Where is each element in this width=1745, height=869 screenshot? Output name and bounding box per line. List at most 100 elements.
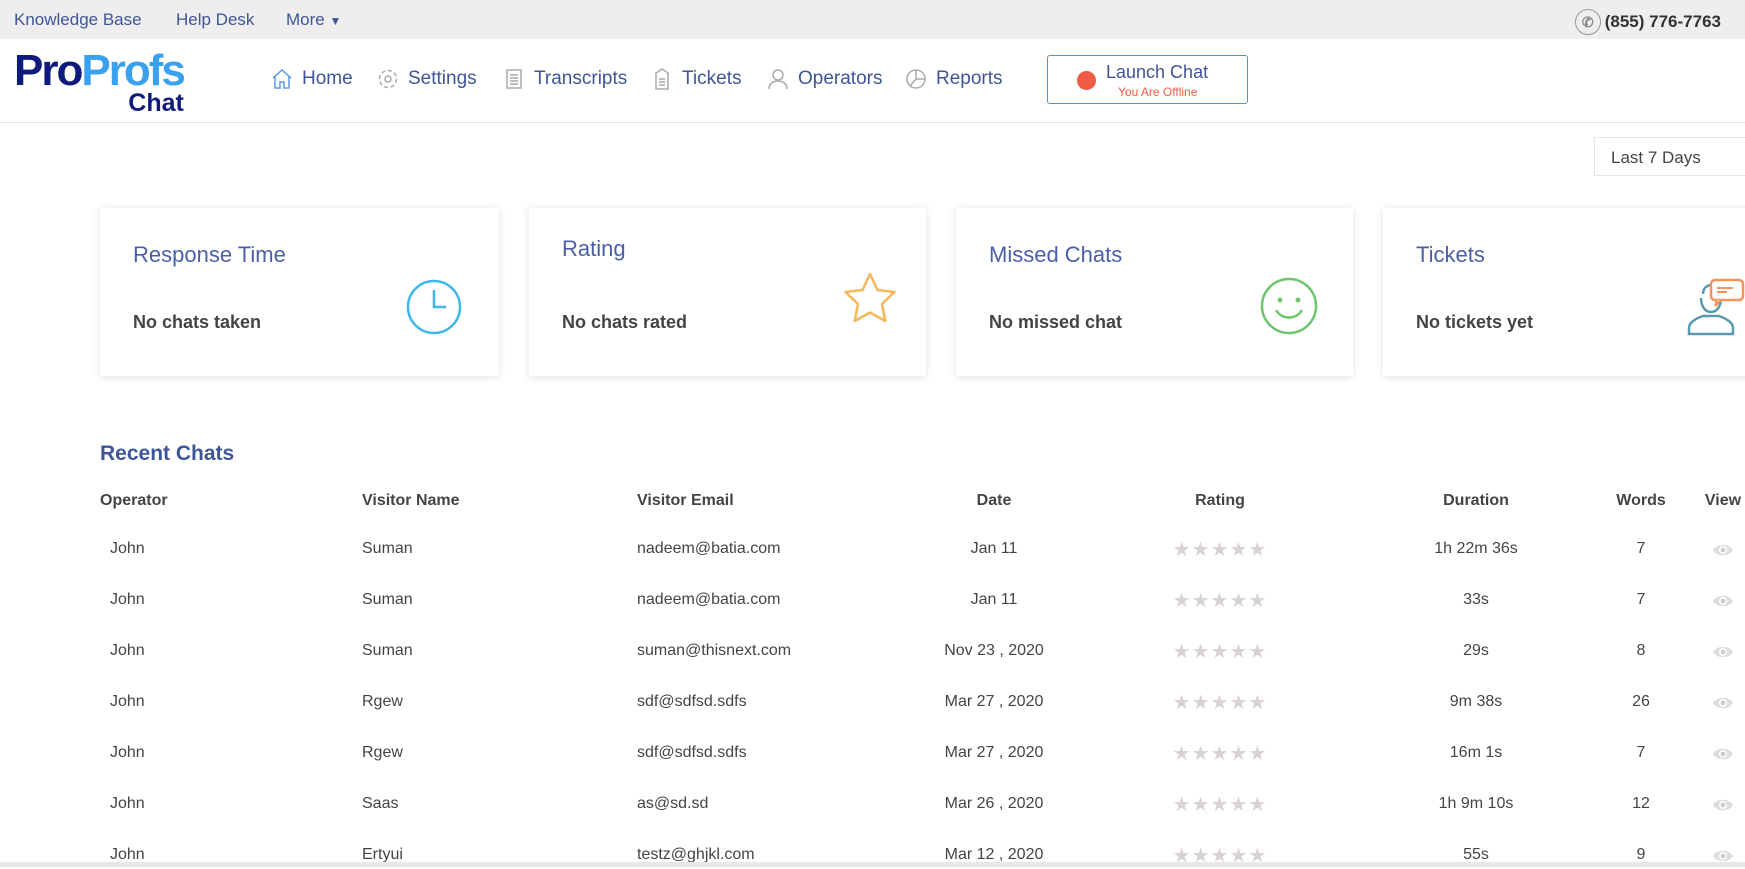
proprofs-chat-logo[interactable]: ProProfs Chat	[14, 46, 186, 116]
cell-date: Mar 27 , 2020	[944, 693, 1044, 710]
card-text: No missed chat	[989, 312, 1123, 332]
card-text: No chats taken	[133, 312, 262, 332]
cell-duration: 1h 22m 36s	[1434, 540, 1518, 557]
view-eye-icon[interactable]	[1712, 593, 1734, 614]
cell-date: Jan 11	[970, 540, 1018, 557]
cell-operator: John	[110, 642, 145, 659]
launch-chat-label: Launch Chat	[1106, 62, 1209, 82]
view-eye-icon[interactable]	[1712, 695, 1734, 716]
column-header-rating: Rating	[1195, 492, 1245, 509]
more-label: More	[286, 10, 325, 29]
cell-operator: John	[110, 693, 145, 710]
nav-label: Settings	[408, 68, 477, 89]
cell-operator: John	[110, 540, 145, 557]
cell-email: nadeem@batia.com	[637, 540, 781, 557]
cell-words: 12	[1632, 795, 1650, 812]
recent-chats-title: Recent Chats	[100, 442, 235, 465]
cell-name: Suman	[362, 642, 413, 659]
rating-stars: ★★★★★	[1172, 743, 1268, 765]
clock-icon	[406, 279, 462, 335]
nav-label: Operators	[798, 68, 883, 89]
smiley-icon	[1260, 277, 1318, 335]
nav-operators[interactable]: Operators	[766, 67, 882, 91]
date-range-select[interactable]: Last 7 Days	[1594, 137, 1745, 176]
support-agent-icon	[1687, 278, 1745, 336]
missed-chats-card: Missed Chats No missed chat	[956, 208, 1353, 376]
column-header-visitor-name: Visitor Name	[362, 492, 460, 509]
document-icon	[506, 69, 522, 89]
card-title: Rating	[562, 236, 626, 261]
cell-name: Suman	[362, 540, 413, 557]
view-eye-icon[interactable]	[1712, 746, 1734, 767]
cell-words: 8	[1636, 642, 1646, 659]
top-bar: Knowledge Base Help Desk More ▼ ✆ (855) 7…	[0, 0, 1745, 39]
tickets-card: Tickets No tickets yet	[1383, 208, 1745, 376]
cell-words: 7	[1636, 540, 1646, 557]
card-title: Tickets	[1416, 242, 1485, 267]
nav-label: Transcripts	[534, 68, 628, 89]
logo-chat: Chat	[128, 89, 184, 117]
rating-card: Rating No chats rated	[529, 208, 926, 376]
rating-stars: ★★★★★	[1172, 641, 1268, 663]
cell-date: Nov 23 , 2020	[944, 642, 1044, 659]
cell-email: nadeem@batia.com	[637, 591, 781, 608]
rating-stars: ★★★★★	[1172, 539, 1268, 561]
view-eye-icon[interactable]	[1712, 644, 1734, 665]
knowledge-base-link[interactable]: Knowledge Base	[14, 10, 142, 30]
launch-chat-button[interactable]: Launch Chat You Are Offline	[1047, 55, 1248, 104]
caret-down-icon: ▼	[329, 14, 342, 28]
nav-reports[interactable]: Reports	[904, 67, 1003, 91]
cell-email: sdf@sdfsd.sdfs	[637, 693, 747, 710]
nav-label: Reports	[936, 68, 1003, 89]
view-eye-icon[interactable]	[1712, 797, 1734, 818]
column-header-operator: Operator	[100, 492, 168, 509]
cell-duration: 16m 1s	[1449, 744, 1503, 761]
cell-email: as@sd.sd	[637, 795, 709, 812]
cell-words: 7	[1636, 591, 1646, 608]
user-icon	[768, 69, 788, 90]
card-text: No tickets yet	[1416, 312, 1534, 332]
card-title: Response Time	[133, 242, 286, 267]
card-title: Missed Chats	[989, 242, 1123, 267]
rating-stars: ★★★★★	[1172, 692, 1268, 714]
column-header-words: Words	[1616, 492, 1666, 509]
nav-home[interactable]: Home	[270, 67, 353, 91]
cell-email: suman@thisnext.com	[637, 642, 792, 659]
column-header-duration: Duration	[1443, 492, 1509, 509]
help-desk-link[interactable]: Help Desk	[176, 10, 254, 30]
phone-icon: ✆	[1574, 9, 1601, 35]
response-time-card: Response Time No chats taken	[100, 208, 499, 376]
offline-status-dot	[1077, 71, 1096, 90]
column-header-date: Date	[976, 492, 1012, 509]
cell-date: Mar 27 , 2020	[944, 744, 1044, 761]
nav-settings[interactable]: Settings	[376, 67, 477, 91]
rating-stars: ★★★★★	[1172, 794, 1268, 816]
logo-pro: Pro	[14, 46, 83, 95]
rating-stars: ★★★★★	[1172, 590, 1268, 612]
phone-text: (855) 776-7763	[1604, 12, 1721, 31]
cell-duration: 9m 38s	[1449, 693, 1503, 710]
nav-transcripts[interactable]: Transcripts	[502, 67, 627, 91]
cell-duration: 1h 9m 10s	[1438, 795, 1514, 812]
more-menu[interactable]: More ▼	[286, 10, 341, 30]
cell-date: Jan 11	[970, 591, 1018, 608]
cell-email: sdf@sdfsd.sdfs	[637, 744, 747, 761]
cell-name: Rgew	[362, 744, 403, 761]
column-header-view: View	[1704, 492, 1742, 509]
cell-name: Rgew	[362, 693, 403, 710]
view-eye-icon[interactable]	[1712, 542, 1734, 563]
offline-status-text: You Are Offline	[1118, 85, 1198, 99]
column-header-visitor-email: Visitor Email	[637, 492, 734, 509]
cell-date: Mar 26 , 2020	[944, 795, 1044, 812]
header: ProProfs Chat Home Settings Transcripts …	[0, 39, 1745, 123]
cell-words: 7	[1636, 744, 1646, 761]
cell-name: Saas	[362, 795, 399, 812]
nav-tickets[interactable]: Tickets	[650, 67, 741, 91]
cell-words: 26	[1632, 693, 1650, 710]
nav-label: Tickets	[682, 68, 742, 89]
logo-profs: Profs	[81, 46, 185, 95]
horizontal-scrollbar[interactable]	[0, 862, 1745, 867]
cell-operator: John	[110, 591, 145, 608]
cell-operator: John	[110, 795, 145, 812]
card-text: No chats rated	[562, 312, 688, 332]
